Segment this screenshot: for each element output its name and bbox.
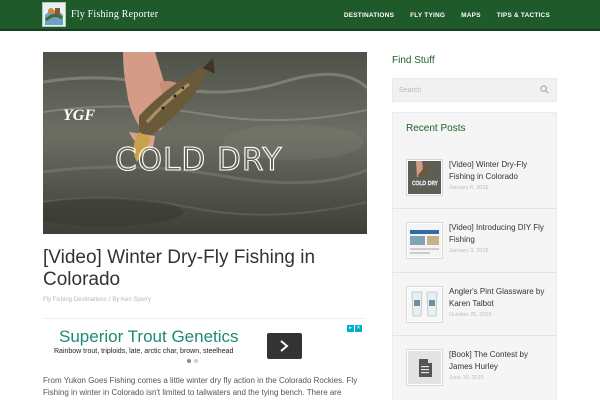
recent-post-title[interactable]: [Video] Introducing DIY Fly Fishing xyxy=(449,222,549,246)
ad-choices-icon[interactable]: ▸ ✕ xyxy=(347,325,362,332)
recent-post-date: January 3, 2016 xyxy=(449,248,489,254)
document-icon xyxy=(408,351,441,384)
divider xyxy=(393,208,556,209)
ad-dot[interactable] xyxy=(194,359,198,363)
recent-posts-widget: Recent Posts COLD DRY [Video] Winter Dry… xyxy=(392,112,557,400)
ad-dot[interactable] xyxy=(187,359,191,363)
ad-carousel-dots xyxy=(187,359,198,363)
recent-post-date: October 25, 2015 xyxy=(449,312,492,318)
featured-image[interactable]: YGF COLD DRY xyxy=(43,52,367,234)
recent-post-title[interactable]: Angler's Pint Glassware by Karen Talbot xyxy=(449,286,549,310)
thumbnail-image xyxy=(408,288,441,321)
site-header: Fly Fishing Reporter DESTINATIONS FLY TY… xyxy=(0,0,600,31)
search-icon[interactable] xyxy=(540,85,549,94)
thumbnail-caption: COLD DRY xyxy=(412,181,439,187)
site-logo[interactable] xyxy=(42,2,66,27)
recent-post-title[interactable]: [Book] The Contest by James Hurley xyxy=(449,349,549,373)
divider xyxy=(393,272,556,273)
ad-info-icon: ▸ xyxy=(347,325,354,332)
ad-subtext: Rainbow trout, triploids, late, arctic c… xyxy=(54,348,234,355)
post-category[interactable]: Fly Fishing Destinations xyxy=(43,297,107,303)
search-box xyxy=(392,78,557,102)
post-excerpt: From Yukon Goes Fishing comes a little w… xyxy=(43,376,358,397)
chevron-right-icon xyxy=(280,340,289,352)
recent-post-thumbnail[interactable]: COLD DRY xyxy=(406,159,443,196)
featured-photo: YGF COLD DRY xyxy=(43,52,367,234)
site-title[interactable]: Fly Fishing Reporter xyxy=(71,9,158,20)
recent-post-date: January 6, 2016 xyxy=(449,185,489,191)
nav-destinations[interactable]: DESTINATIONS xyxy=(344,12,394,19)
ad-banner[interactable]: Superior Trout Genetics Rainbow trout, t… xyxy=(43,318,365,368)
hero-logo-text: YGF xyxy=(63,107,95,124)
nav-fly-tying[interactable]: FLY TYING xyxy=(410,12,445,19)
meta-separator: / xyxy=(108,297,111,303)
thumbnail-image: COLD DRY xyxy=(408,161,441,194)
post-title[interactable]: [Video] Winter Dry-Fly Fishing in Colora… xyxy=(43,247,373,291)
recent-post-thumbnail[interactable] xyxy=(406,222,443,259)
hero-overlay-text: COLD DRY xyxy=(115,142,282,178)
post-author[interactable]: By Ken Sperry xyxy=(112,297,151,303)
logo-emblem-icon xyxy=(43,3,65,26)
find-stuff-heading: Find Stuff xyxy=(392,55,435,66)
ad-open-button[interactable] xyxy=(267,333,302,359)
nav-maps[interactable]: MAPS xyxy=(461,12,481,19)
recent-post-thumbnail[interactable] xyxy=(406,349,443,386)
divider xyxy=(393,335,556,336)
recent-post-thumbnail[interactable] xyxy=(406,286,443,323)
recent-posts-heading: Recent Posts xyxy=(406,123,466,134)
recent-post-title[interactable]: [Video] Winter Dry-Fly Fishing in Colora… xyxy=(449,159,549,183)
nav-tips-tactics[interactable]: TIPS & TACTICS xyxy=(497,12,550,19)
search-input[interactable] xyxy=(399,83,529,97)
thumbnail-image xyxy=(408,224,441,257)
ad-close-icon: ✕ xyxy=(355,325,362,332)
recent-post-date: June 10, 2015 xyxy=(449,375,484,381)
main-nav: DESTINATIONS FLY TYING MAPS TIPS & TACTI… xyxy=(344,0,550,31)
post-meta: Fly Fishing Destinations / By Ken Sperry xyxy=(43,297,151,303)
ad-headline[interactable]: Superior Trout Genetics xyxy=(59,327,239,347)
